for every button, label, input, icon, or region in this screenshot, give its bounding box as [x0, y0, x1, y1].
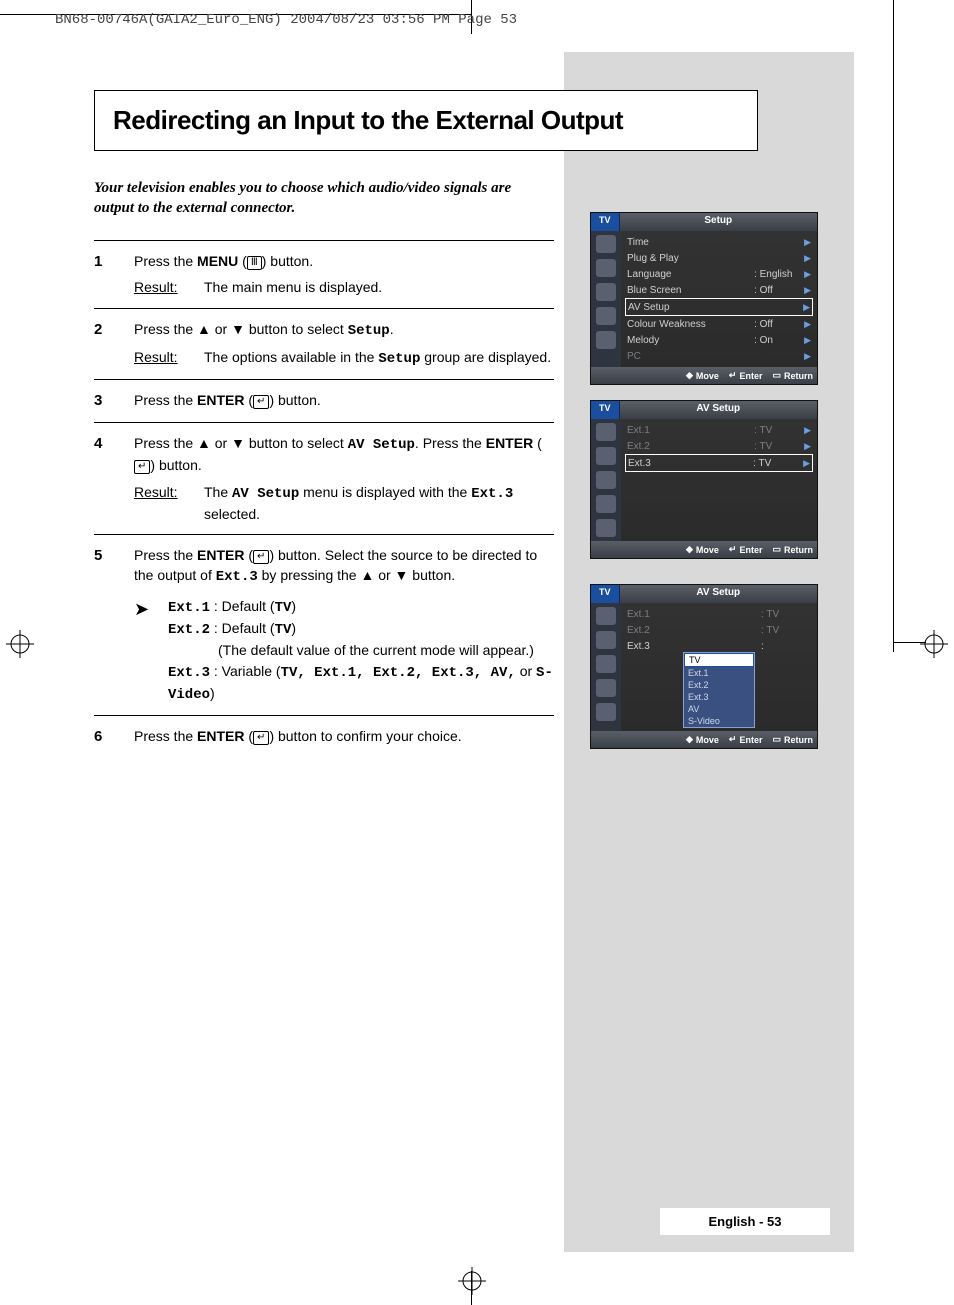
return-hint: ▭ Return — [772, 544, 813, 555]
registration-mark-left — [6, 630, 34, 658]
tv-menu-row: Ext.3: TV▶ — [625, 454, 813, 472]
tv-menu-footer: ◆ Move ↵ Enter ▭ Return — [591, 731, 817, 748]
intro-text: Your television enables you to choose wh… — [94, 178, 554, 219]
tv-menu-avsetup: TV AV Setup Ext.1: TV▶Ext.2: TV▶Ext.3: T… — [590, 400, 818, 559]
dropdown-option: TV — [684, 653, 754, 667]
tv-menu-row: Time▶ — [625, 234, 813, 250]
tv-menu-row: Plug & Play▶ — [625, 250, 813, 266]
enter-button-icon: ↵ — [253, 731, 269, 745]
tv-tab: TV — [591, 585, 620, 603]
tv-menu-avsetup-dropdown: TV AV Setup Ext.1: TVExt.2: TVExt.3: TVE… — [590, 584, 818, 749]
tv-menu-title: Setup — [620, 213, 817, 231]
page-title: Redirecting an Input to the External Out… — [113, 105, 739, 136]
tv-menu-category-icons — [591, 419, 621, 541]
step-text: Press the ▲ or ▼ button to select AV Set… — [134, 435, 542, 473]
enter-button-icon: ↵ — [253, 550, 269, 564]
result-text: The main menu is displayed. — [204, 277, 382, 297]
step-number: 5 — [94, 545, 134, 705]
print-header: BN68-00746A(GAIA2_Euro_ENG) 2004/08/23 0… — [55, 12, 517, 28]
pointer-icon: ➤ — [134, 596, 168, 705]
enter-button-icon: ↵ — [253, 395, 269, 409]
step-number: 4 — [94, 433, 134, 524]
tv-menu-row: Blue Screen: Off▶ — [625, 282, 813, 298]
step-3: 3 Press the ENTER (↵) button. — [94, 380, 554, 422]
result-label: Result: — [134, 347, 204, 369]
tv-menu-row: Ext.2: TV▶ — [625, 438, 813, 454]
step-text: Press the ENTER (↵) button. Select the s… — [134, 547, 537, 583]
result-text: The options available in the Setup group… — [204, 347, 551, 369]
result-label: Result: — [134, 482, 204, 525]
page-number: English - 53 — [660, 1208, 830, 1235]
tv-menu-category-icons — [591, 231, 621, 367]
tv-menu-row: Language: English▶ — [625, 266, 813, 282]
step-2: 2 Press the ▲ or ▼ button to select Setu… — [94, 308, 554, 381]
step-number: 6 — [94, 726, 134, 748]
dropdown-option: AV — [684, 703, 754, 715]
tv-menu-row: Ext.2: TV — [625, 622, 813, 638]
registration-mark-bottom — [458, 1267, 486, 1295]
tv-menu-title: AV Setup — [620, 401, 817, 419]
tv-menu-row: PC▶ — [625, 348, 813, 364]
registration-mark-right — [920, 630, 948, 658]
menu-button-icon: Ⅲ — [247, 256, 262, 270]
dropdown-option: Ext.3 — [684, 691, 754, 703]
step-text: Press the ENTER (↵) button. — [134, 392, 321, 408]
tv-menu-row: AV Setup▶ — [625, 298, 813, 316]
return-hint: ▭ Return — [772, 734, 813, 745]
crop-rule-right — [893, 0, 894, 652]
tv-menu-setup: TV Setup Time▶Plug & Play▶Language: Engl… — [590, 212, 818, 385]
return-hint: ▭ Return — [772, 370, 813, 381]
tv-menu-footer: ◆ Move ↵ Enter ▭ Return — [591, 367, 817, 384]
step-5: 5 Press the ENTER (↵) button. Select the… — [94, 535, 554, 716]
dropdown-option: S-Video — [684, 715, 754, 727]
step-5-options: Ext.1 : Default (TV) Ext.2 : Default (TV… — [168, 596, 554, 705]
step-text: Press the MENU (Ⅲ) button. — [134, 253, 313, 269]
enter-hint: ↵ Enter — [729, 734, 763, 745]
enter-hint: ↵ Enter — [729, 544, 763, 555]
dropdown-option: Ext.1 — [684, 667, 754, 679]
step-text: Press the ▲ or ▼ button to select Setup. — [134, 321, 394, 337]
source-dropdown: TVExt.1Ext.2Ext.3AVS-Video — [683, 652, 755, 728]
tv-menu-category-icons — [591, 603, 621, 731]
tv-tab: TV — [591, 213, 620, 231]
move-hint: ◆ Move — [686, 370, 719, 381]
move-hint: ◆ Move — [686, 544, 719, 555]
tv-menu-row: Ext.1: TV▶ — [625, 422, 813, 438]
move-hint: ◆ Move — [686, 734, 719, 745]
tv-tab: TV — [591, 401, 620, 419]
tv-menu-row: Colour Weakness: Off▶ — [625, 316, 813, 332]
tv-menu-footer: ◆ Move ↵ Enter ▭ Return — [591, 541, 817, 558]
result-label: Result: — [134, 277, 204, 297]
dropdown-option: Ext.2 — [684, 679, 754, 691]
step-text: Press the ENTER (↵) button to confirm yo… — [134, 728, 462, 744]
step-number: 2 — [94, 319, 134, 370]
step-number: 3 — [94, 390, 134, 412]
enter-button-icon: ↵ — [134, 460, 150, 474]
tv-menu-title: AV Setup — [620, 585, 817, 603]
enter-hint: ↵ Enter — [729, 370, 763, 381]
page-title-box: Redirecting an Input to the External Out… — [94, 90, 758, 151]
tv-menu-row: Melody: On▶ — [625, 332, 813, 348]
step-number: 1 — [94, 251, 134, 298]
result-text: The AV Setup menu is displayed with the … — [204, 482, 554, 525]
tv-menu-row: Ext.1: TV — [625, 606, 813, 622]
step-1: 1 Press the MENU (Ⅲ) button. Result: The… — [94, 241, 554, 308]
step-6: 6 Press the ENTER (↵) button to confirm … — [94, 716, 554, 758]
step-4: 4 Press the ▲ or ▼ button to select AV S… — [94, 422, 554, 535]
steps-list: 1 Press the MENU (Ⅲ) button. Result: The… — [94, 240, 554, 758]
